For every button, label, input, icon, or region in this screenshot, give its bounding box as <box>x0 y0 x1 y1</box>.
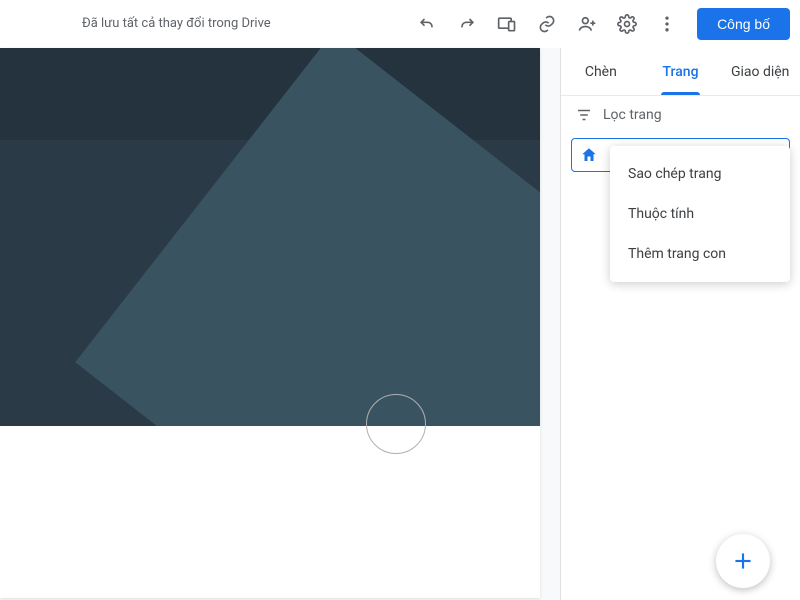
home-icon <box>580 146 598 164</box>
main-area: Chèn Trang Giao diện Lọc trang <box>0 48 800 600</box>
more-button[interactable] <box>649 6 685 42</box>
filter-label: Lọc trang <box>603 107 662 123</box>
top-toolbar: Đã lưu tất cả thay đổi trong Drive Công … <box>0 0 800 48</box>
add-page-fab[interactable] <box>716 534 770 588</box>
copy-link-button[interactable] <box>529 6 565 42</box>
page-canvas[interactable] <box>0 48 540 598</box>
tab-themes[interactable]: Giao diện <box>720 48 800 95</box>
undo-icon <box>417 14 437 34</box>
hero-section[interactable] <box>0 48 540 426</box>
settings-button[interactable] <box>609 6 645 42</box>
person-add-icon <box>577 14 597 34</box>
share-button[interactable] <box>569 6 605 42</box>
save-status: Đã lưu tất cả thay đổi trong Drive <box>82 16 271 31</box>
menu-add-subpage[interactable]: Thêm trang con <box>610 234 790 274</box>
menu-properties[interactable]: Thuộc tính <box>610 194 790 234</box>
gear-icon <box>617 14 637 34</box>
sidebar-tabs: Chèn Trang Giao diện <box>561 48 800 96</box>
tab-insert[interactable]: Chèn <box>561 48 641 95</box>
canvas-wrap <box>0 48 560 600</box>
redo-button[interactable] <box>449 6 485 42</box>
undo-button[interactable] <box>409 6 445 42</box>
publish-button[interactable]: Công bố <box>697 8 790 40</box>
preview-button[interactable] <box>489 6 525 42</box>
link-icon <box>537 14 557 34</box>
menu-duplicate-page[interactable]: Sao chép trang <box>610 154 790 194</box>
filter-icon <box>575 106 593 124</box>
filter-pages[interactable]: Lọc trang <box>561 96 800 134</box>
more-vert-icon <box>657 14 677 34</box>
devices-icon <box>497 14 517 34</box>
redo-icon <box>457 14 477 34</box>
tab-pages[interactable]: Trang <box>641 48 721 95</box>
plus-icon <box>730 548 756 574</box>
cursor-indicator <box>366 394 426 454</box>
right-sidebar: Chèn Trang Giao diện Lọc trang <box>560 48 800 600</box>
page-context-menu: Sao chép trang Thuộc tính Thêm trang con <box>610 146 790 282</box>
